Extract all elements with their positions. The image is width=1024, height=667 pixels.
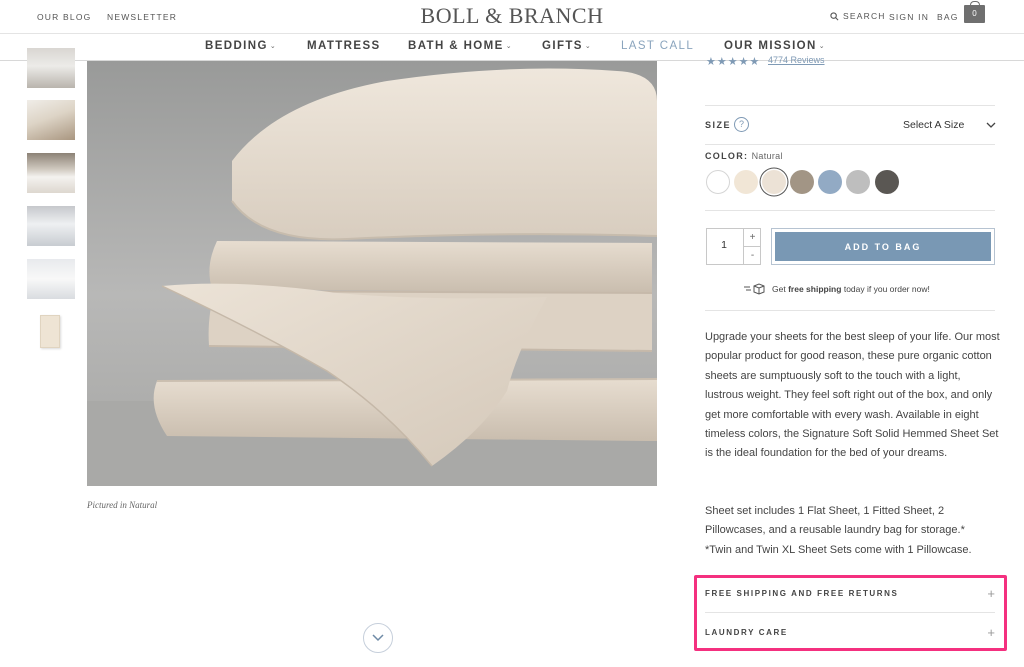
quantity-plus-button[interactable]: + xyxy=(743,229,761,247)
pillowcase-footnote: *Twin and Twin XL Sheet Sets come with 1… xyxy=(705,543,972,556)
plus-icon: + xyxy=(987,624,995,640)
nav-gifts[interactable]: GIFTS ⌄ xyxy=(542,40,592,52)
shipping-note-text: Get free shipping today if you order now… xyxy=(772,284,930,294)
logo-text[interactable]: BOLL & BRANCH xyxy=(421,3,604,28)
swatch-blue[interactable] xyxy=(818,170,842,194)
accordion-shipping-label: FREE SHIPPING AND FREE RETURNS xyxy=(705,588,899,598)
shipping-note-bold: free shipping xyxy=(788,284,842,294)
search-label: SEARCH xyxy=(843,11,886,21)
swatch-natural[interactable] xyxy=(762,170,786,194)
size-select-value: Select A Size xyxy=(903,119,965,131)
nav-bedding-label: BEDDING xyxy=(205,40,268,52)
chevron-down-icon xyxy=(372,634,384,642)
thumbnail-6[interactable] xyxy=(27,312,75,352)
main-product-image xyxy=(87,61,657,486)
accordion-laundry-label: LAUNDRY CARE xyxy=(705,627,788,637)
swatch-white[interactable] xyxy=(706,170,730,194)
includes-text: Sheet set includes 1 Flat Sheet, 1 Fitte… xyxy=(705,505,965,537)
shipping-note-suffix: today if you order now! xyxy=(843,284,930,294)
color-label-row: COLOR: Natural xyxy=(705,151,783,161)
thumbnail-4[interactable] xyxy=(27,206,75,246)
quantity-input[interactable]: 1 xyxy=(707,239,741,251)
accordion-laundry[interactable]: LAUNDRY CARE + xyxy=(705,619,995,645)
main-nav: BEDDING ⌄ MATTRESS BATH & HOME ⌄ GIFTS ⌄ LA… xyxy=(0,34,1024,61)
nav-our-mission-label: OUR MISSION xyxy=(724,40,817,52)
bag-count: 0 xyxy=(972,9,977,18)
bag-link[interactable]: BAG xyxy=(937,12,959,22)
shipping-box-icon xyxy=(744,283,765,295)
help-icon[interactable]: ? xyxy=(734,117,749,132)
reviews-link[interactable]: 4774 Reviews xyxy=(768,55,825,65)
add-to-bag-wrapper: ADD TO BAG xyxy=(771,228,995,265)
image-caption: Pictured in Natural xyxy=(87,500,158,510)
accordion-shipping[interactable]: FREE SHIPPING AND FREE RETURNS + xyxy=(705,580,995,606)
thumbnail-3[interactable] xyxy=(27,153,75,193)
thumbnail-1[interactable] xyxy=(27,48,75,88)
thumbnail-5[interactable] xyxy=(27,259,75,299)
bag-icon[interactable]: 0 xyxy=(964,1,985,23)
nav-bath-home[interactable]: BATH & HOME ⌄ xyxy=(408,40,513,52)
swatch-grey[interactable] xyxy=(846,170,870,194)
thumbnail-2[interactable] xyxy=(27,100,75,140)
nav-mattress-label: MATTRESS xyxy=(307,40,381,52)
chevron-down-icon: ⌄ xyxy=(269,43,278,50)
swatch-charcoal[interactable] xyxy=(875,170,899,194)
nav-gifts-label: GIFTS xyxy=(542,40,583,52)
nav-last-call[interactable]: LAST CALL xyxy=(621,40,694,52)
chevron-down-icon: ⌄ xyxy=(584,43,593,50)
divider xyxy=(705,144,995,145)
size-select[interactable]: Select A Size xyxy=(885,115,997,135)
scroll-down-button[interactable] xyxy=(363,623,393,653)
header-top-bar: OUR BLOG NEWSLETTER BOLL & BRANCH SEARCH… xyxy=(0,0,1024,34)
divider xyxy=(705,612,995,613)
nav-bedding[interactable]: BEDDING ⌄ xyxy=(205,40,277,52)
signin-link[interactable]: SIGN IN xyxy=(889,12,929,22)
add-to-bag-button[interactable]: ADD TO BAG xyxy=(775,232,991,261)
fabric-swatch-image xyxy=(40,315,60,348)
shipping-note-prefix: Get xyxy=(772,284,786,294)
sheet-stack-illustration xyxy=(87,68,657,486)
chevron-down-icon: ⌄ xyxy=(818,43,826,50)
quantity-stepper: 1 + - xyxy=(706,228,761,265)
nav-our-mission[interactable]: OUR MISSION ⌄ xyxy=(724,40,826,52)
quantity-minus-button[interactable]: - xyxy=(743,247,761,265)
swatch-ivory[interactable] xyxy=(734,170,758,194)
nav-bath-home-label: BATH & HOME xyxy=(408,40,504,52)
divider xyxy=(705,310,995,311)
divider xyxy=(705,105,995,106)
nav-mattress[interactable]: MATTRESS xyxy=(307,40,381,52)
size-label: SIZE xyxy=(705,120,732,130)
color-label: COLOR: xyxy=(705,151,749,161)
search-button[interactable]: SEARCH xyxy=(830,11,886,21)
product-description: Upgrade your sheets for the best sleep o… xyxy=(705,331,1000,460)
chevron-down-icon xyxy=(986,122,996,128)
rating-stars: ★★★★★ xyxy=(706,56,761,68)
swatch-taupe[interactable] xyxy=(790,170,814,194)
shipping-note: Get free shipping today if you order now… xyxy=(744,283,930,295)
product-includes: Sheet set includes 1 Flat Sheet, 1 Fitte… xyxy=(705,502,1000,560)
divider xyxy=(705,210,995,211)
plus-icon: + xyxy=(987,585,995,601)
chevron-down-icon: ⌄ xyxy=(505,43,513,50)
color-value: Natural xyxy=(751,151,783,161)
search-icon xyxy=(830,11,839,20)
nav-last-call-label: LAST CALL xyxy=(621,40,695,52)
